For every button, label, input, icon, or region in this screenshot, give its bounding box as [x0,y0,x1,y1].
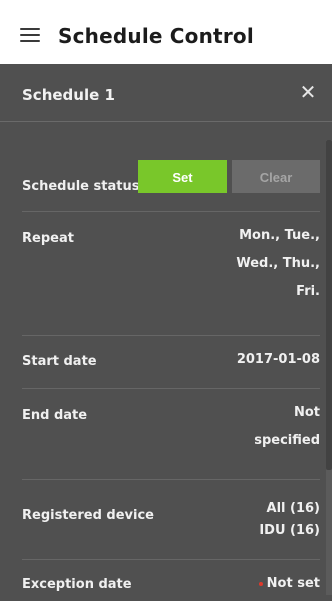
exception-date-row: Exception date Not set [22,560,320,601]
close-icon[interactable]: ✕ [298,82,318,102]
alert-dot-icon [258,581,263,586]
repeat-days-line: Mon., Tue., [239,228,320,243]
start-date-row: Start date 2017-01-08 [22,336,320,389]
repeat-row: Repeat Mon., Tue., Wed., Thu., Fri. [22,212,320,336]
scrollbar[interactable] [326,140,332,595]
exception-date-value: Not set [258,570,320,598]
start-date-value: 2017-01-08 [236,352,320,367]
start-date-label: Start date [22,354,97,369]
repeat-value: Mon., Tue., Wed., Thu., Fri. [170,222,320,306]
top-header: Schedule Control [0,0,332,64]
registered-device-row: Registered device All (16) IDU (16) [22,480,320,560]
schedule-detail-panel: Schedule 1 ✕ Schedule status Set Clear R… [0,64,332,601]
hamburger-menu-icon[interactable] [20,28,44,48]
schedule-control-screen: Schedule Control Schedule 1 ✕ Schedule s… [0,0,332,601]
exception-date-label: Exception date [22,577,132,592]
end-date-value: Not specified [200,399,320,455]
device-count-line: All (16) [266,501,320,516]
end-date-label: End date [22,408,88,423]
schedule-status-row: Schedule status Set Clear [22,160,320,212]
repeat-label: Repeat [22,231,74,246]
repeat-days-line: Wed., Thu., [236,256,320,271]
panel-header: Schedule 1 ✕ [0,64,332,122]
scrollbar-thumb[interactable] [326,140,332,470]
schedule-status-label: Schedule status [22,179,140,194]
exception-date-text: Not set [266,576,320,591]
end-date-line: Not [293,405,320,420]
page-title: Schedule Control [58,24,254,48]
set-button[interactable]: Set [138,160,227,193]
device-count-line: IDU (16) [259,523,320,538]
panel-title: Schedule 1 [22,86,115,104]
end-date-row: End date Not specified [22,389,320,480]
repeat-days-line: Fri. [296,284,320,299]
end-date-line: specified [254,433,320,448]
clear-button[interactable]: Clear [232,160,320,193]
registered-device-label: Registered device [22,508,154,523]
registered-device-value: All (16) IDU (16) [259,498,320,542]
